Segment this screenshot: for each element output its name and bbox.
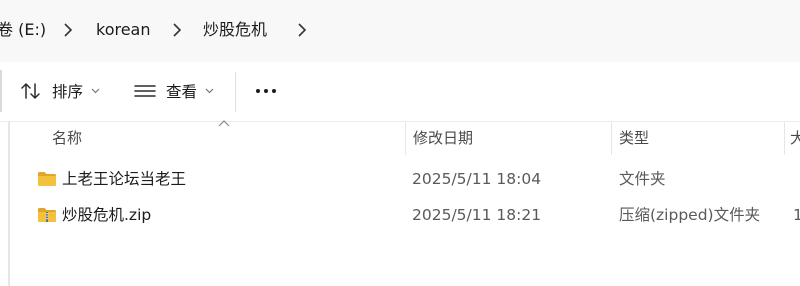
more-options-button[interactable] [255, 71, 277, 111]
breadcrumb-korean[interactable]: korean [96, 19, 151, 41]
address-bar[interactable]: 卷 (E:) korean 炒股危机 [0, 0, 800, 63]
sort-label: 排序 [52, 83, 84, 101]
view-list-icon [134, 85, 156, 97]
breadcrumb-current-folder[interactable]: 炒股危机 [203, 19, 267, 41]
file-row[interactable]: 上老王论坛当老王 2025/5/11 18:04 文件夹 [10, 162, 800, 196]
divider [0, 70, 2, 112]
chevron-right-icon[interactable] [63, 22, 73, 38]
chevron-down-icon [91, 88, 100, 94]
column-header-modified[interactable]: 修改日期 [413, 128, 473, 148]
file-type: 压缩(zipped)文件夹 [619, 206, 761, 224]
column-header-type[interactable]: 类型 [619, 128, 649, 148]
file-modified: 2025/5/11 18:04 [412, 170, 542, 188]
toolbar-separator [235, 72, 236, 112]
column-header-size[interactable]: 大 [790, 128, 800, 148]
file-modified: 2025/5/11 18:21 [412, 206, 542, 224]
column-resize-handle[interactable] [405, 122, 406, 155]
chevron-right-icon[interactable] [172, 22, 182, 38]
more-options-icon [256, 89, 276, 93]
sort-icon [21, 83, 40, 99]
chevron-right-icon[interactable] [297, 22, 307, 38]
file-name: 上老王论坛当老王 [62, 170, 187, 188]
column-resize-handle[interactable] [784, 122, 785, 155]
file-row[interactable]: 炒股危机.zip 2025/5/11 18:21 压缩(zipped)文件夹 1 [10, 198, 800, 232]
sort-ascending-icon [218, 120, 230, 127]
breadcrumb-drive[interactable]: 卷 (E:) [0, 19, 46, 41]
chevron-down-icon [205, 88, 214, 94]
command-bar [0, 62, 800, 122]
file-size: 1 [793, 206, 800, 224]
view-label: 查看 [166, 83, 198, 101]
column-header-name[interactable]: 名称 [52, 128, 82, 148]
file-type: 文件夹 [619, 170, 666, 188]
view-button[interactable]: 查看 [134, 71, 214, 111]
divider [0, 121, 800, 122]
folder-icon [38, 172, 56, 186]
file-name: 炒股危机.zip [62, 206, 152, 224]
zip-folder-icon [38, 208, 56, 222]
sort-button[interactable]: 排序 [20, 71, 100, 111]
file-explorer-window: 卷 (E:) korean 炒股危机 排序 查看 名称 修改日期 类型 大 上老… [0, 0, 800, 286]
column-resize-handle[interactable] [611, 122, 612, 155]
